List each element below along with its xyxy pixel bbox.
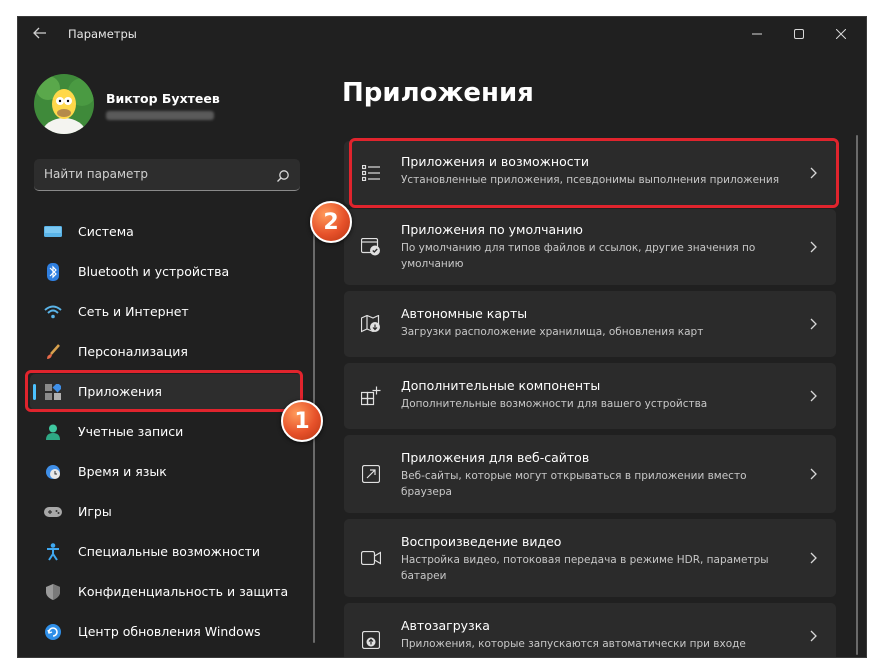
page-title: Приложения (342, 78, 534, 108)
sidebar-item-label: Персонализация (78, 344, 188, 359)
chevron-right-icon (808, 389, 820, 403)
sidebar-item-label: Специальные возможности (78, 544, 261, 559)
video-camera-icon (361, 548, 381, 568)
chevron-right-icon (808, 629, 820, 643)
system-monitor-icon (44, 224, 62, 240)
card-title: Воспроизведение видео (401, 534, 562, 549)
card-optional-features[interactable]: Дополнительные компоненты Дополнительные… (344, 363, 836, 429)
sidebar-item-label: Время и язык (78, 464, 167, 479)
sidebar-item-label: Центр обновления Windows (78, 624, 261, 639)
card-description: Настройка видео, потоковая передача в ре… (401, 554, 769, 582)
chevron-right-icon (808, 317, 820, 331)
sidebar-item-label: Bluetooth и устройства (78, 264, 230, 279)
offline-map-icon (361, 314, 381, 334)
card-description: Веб-сайты, которые могут открываться в п… (401, 470, 747, 498)
bluetooth-icon (44, 263, 62, 281)
sidebar-item-windows-update[interactable]: Центр обновления Windows (30, 614, 302, 650)
wifi-icon (44, 304, 62, 320)
sidebar-item-label: Сеть и Интернет (78, 304, 189, 319)
card-description: Загрузки расположение хранилища, обновле… (401, 326, 704, 338)
chevron-right-icon (808, 551, 820, 565)
card-web-apps[interactable]: Приложения для веб-сайтов Веб-сайты, кот… (344, 435, 836, 513)
settings-window: Параметры Виктор Бухтеев Найти параметр … (17, 16, 867, 658)
sidebar-item-label: Игры (78, 504, 112, 519)
sidebar-item-accessibility[interactable]: Специальные возможности (30, 534, 302, 570)
optional-features-icon (361, 386, 381, 406)
chevron-right-icon (808, 240, 820, 254)
globe-clock-icon (44, 464, 62, 480)
sidebar-item-time-language[interactable]: Время и язык (30, 454, 302, 490)
shield-icon (44, 584, 62, 600)
default-apps-icon (361, 237, 381, 257)
card-title: Автономные карты (401, 306, 528, 321)
card-default-apps[interactable]: Приложения по умолчанию По умолчанию для… (344, 209, 836, 285)
user-avatar[interactable] (34, 74, 94, 134)
startup-icon (361, 630, 381, 650)
card-title: Приложения по умолчанию (401, 222, 583, 237)
maximize-icon[interactable] (778, 20, 820, 48)
sidebar-item-privacy[interactable]: Конфиденциальность и защита (30, 574, 302, 610)
content-scrollbar[interactable] (856, 135, 858, 655)
search-icon[interactable] (276, 168, 290, 182)
sidebar-item-label: Учетные записи (78, 424, 184, 439)
back-arrow-icon[interactable] (32, 27, 48, 41)
sidebar-item-label: Конфиденциальность и защита (78, 584, 289, 599)
minimize-icon[interactable] (736, 20, 778, 48)
close-icon[interactable] (820, 20, 862, 48)
user-email-redacted (106, 111, 214, 120)
windows-update-icon (44, 624, 62, 640)
highlight-frame-apps-nav (25, 370, 303, 412)
gamepad-icon (44, 504, 62, 520)
sidebar-item-personalization[interactable]: Персонализация (30, 334, 302, 370)
user-name: Виктор Бухтеев (106, 91, 220, 106)
search-input[interactable] (44, 165, 264, 183)
sidebar-item-network[interactable]: Сеть и Интернет (30, 294, 302, 330)
card-title: Дополнительные компоненты (401, 378, 601, 393)
chevron-right-icon (808, 467, 820, 481)
app-title: Параметры (68, 27, 137, 41)
card-description: Дополнительные возможности для вашего ус… (401, 398, 708, 410)
card-title: Приложения для веб-сайтов (401, 450, 590, 465)
card-description: По умолчанию для типов файлов и ссылок, … (401, 242, 756, 270)
sidebar-item-label: Система (78, 224, 134, 239)
search-box[interactable] (34, 159, 300, 191)
highlight-frame-apps-features (349, 138, 839, 208)
card-description: Приложения, которые запускаются автомати… (401, 638, 746, 650)
accessibility-icon (44, 543, 62, 561)
card-video-playback[interactable]: Воспроизведение видео Настройка видео, п… (344, 519, 836, 597)
sidebar-item-accounts[interactable]: Учетные записи (30, 414, 302, 450)
card-title: Автозагрузка (401, 618, 490, 633)
sidebar-item-bluetooth[interactable]: Bluetooth и устройства (30, 254, 302, 290)
title-bar: Параметры (18, 17, 866, 51)
sidebar-item-system[interactable]: Система (30, 214, 302, 250)
web-app-icon (361, 464, 381, 484)
card-startup[interactable]: Автозагрузка Приложения, которые запуска… (344, 603, 836, 657)
step-badge-2: 2 (310, 201, 352, 243)
card-offline-maps[interactable]: Автономные карты Загрузки расположение х… (344, 291, 836, 357)
person-icon (44, 424, 62, 440)
step-badge-1: 1 (281, 400, 323, 442)
sidebar-item-gaming[interactable]: Игры (30, 494, 302, 530)
brush-icon (44, 344, 62, 360)
